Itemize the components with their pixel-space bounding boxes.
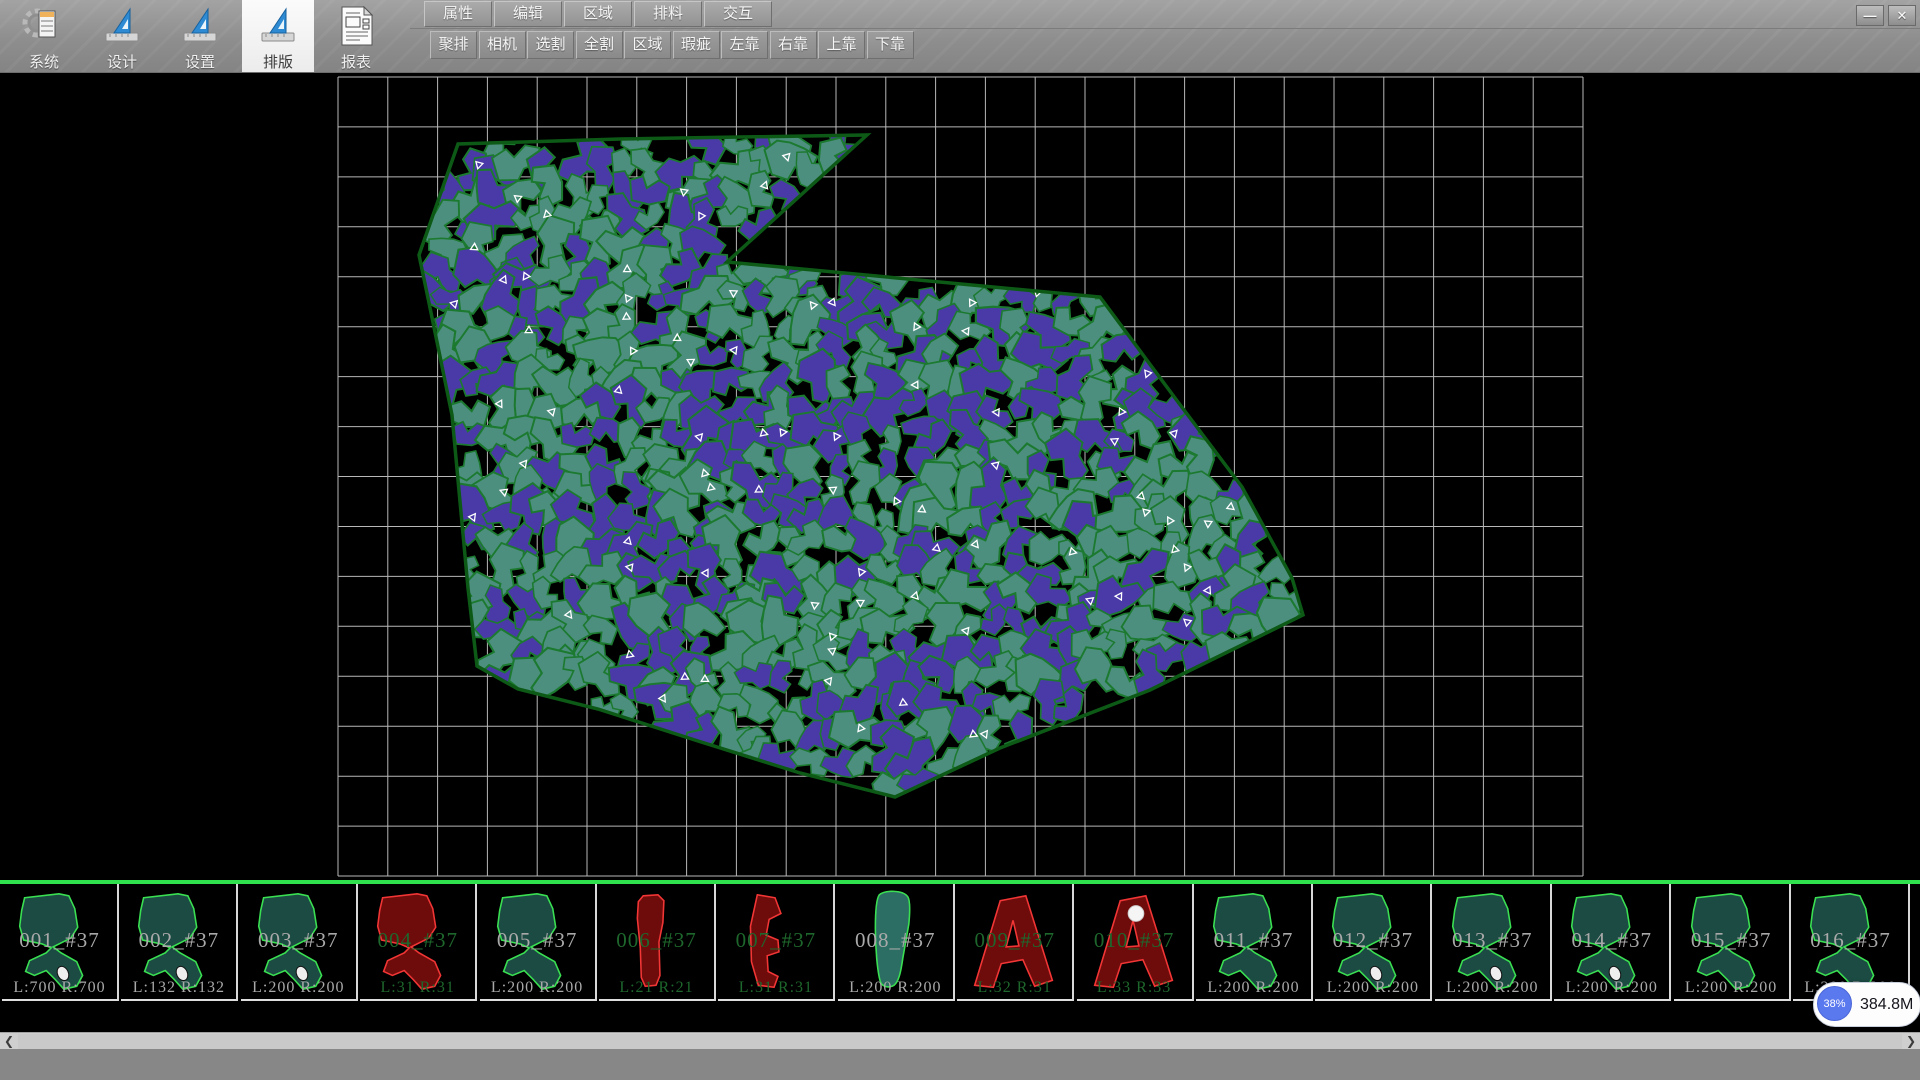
piece-id-label: 008_#37 bbox=[838, 928, 953, 953]
menu-item-2[interactable]: 编辑 bbox=[494, 1, 562, 27]
scroll-left-icon[interactable]: ❮ bbox=[0, 1033, 18, 1050]
piece-id-label: 004_#37 bbox=[360, 928, 475, 953]
piece-lr-count-label: L:700 R:700 bbox=[2, 979, 117, 997]
piece-thumbnail-2[interactable]: 002_#37 L:132 R:132 bbox=[121, 884, 238, 1001]
menu-item-4[interactable]: 排料 bbox=[634, 1, 702, 27]
piece-thumbnail-6[interactable]: 006_#37 L:21 R:21 bbox=[599, 884, 716, 1001]
piece-thumbnail-5[interactable]: 005_#37 L:200 R:200 bbox=[480, 884, 597, 1001]
piece-lr-count-label: L:200 R:200 bbox=[838, 979, 953, 997]
piece-thumbnail-14[interactable]: 014_#37 L:200 R:200 bbox=[1554, 884, 1671, 1001]
piece-thumbnail-9[interactable]: 009_#37 L:32 R:31 bbox=[957, 884, 1074, 1001]
nav-tab-4[interactable]: 排版 bbox=[242, 0, 314, 72]
nav-tab-label: 报表 bbox=[320, 51, 392, 72]
piece-lr-count-label: L:200 R:200 bbox=[1435, 979, 1550, 997]
piece-id-label: 014_#37 bbox=[1554, 928, 1669, 953]
tool-button-7[interactable]: 左靠 bbox=[721, 31, 768, 59]
piece-id-label: 010_#37 bbox=[1077, 928, 1192, 953]
piece-id-label: 011_#37 bbox=[1196, 928, 1311, 953]
piece-lr-count-label: L:200 R:200 bbox=[1674, 979, 1789, 997]
pieces-thumbnail-strip: 001_#37 L:700 R:700 002_#37 L:132 R:132 003_… bbox=[0, 880, 1920, 1032]
piece-lr-count-label: L:200 R:200 bbox=[1315, 979, 1430, 997]
tool-button-2[interactable]: 相机 bbox=[479, 31, 526, 59]
piece-lr-count-label: L:200 R:200 bbox=[1554, 979, 1669, 997]
report-document-icon bbox=[334, 3, 378, 49]
piece-thumbnail-8[interactable]: 008_#37 L:200 R:200 bbox=[838, 884, 955, 1001]
close-button[interactable]: ✕ bbox=[1888, 5, 1916, 26]
toolbar-row-divider bbox=[410, 28, 1920, 29]
set-square-icon bbox=[256, 3, 300, 49]
piece-id-label: 002_#37 bbox=[121, 928, 236, 953]
piece-id-label: 015_#37 bbox=[1674, 928, 1789, 953]
piece-thumbnail-7[interactable]: 007_#37 L:31 R:31 bbox=[718, 884, 835, 1001]
piece-lr-count-label: L:32 R:31 bbox=[957, 979, 1072, 997]
horizontal-scrollbar[interactable]: ❮ ❯ bbox=[0, 1032, 1920, 1049]
piece-thumbnail-12[interactable]: 012_#37 L:200 R:200 bbox=[1315, 884, 1432, 1001]
nav-tab-label: 系统 bbox=[8, 51, 80, 72]
piece-lr-count-label: L:200 R:200 bbox=[241, 979, 356, 997]
piece-id-label: 001_#37 bbox=[2, 928, 117, 953]
menu-item-1[interactable]: 属性 bbox=[424, 1, 492, 27]
nesting-canvas[interactable] bbox=[0, 73, 1920, 880]
gear-document-icon bbox=[22, 3, 66, 49]
piece-id-label: 009_#37 bbox=[957, 928, 1072, 953]
set-square-icon bbox=[100, 3, 144, 49]
piece-lr-count-label: L:31 R:31 bbox=[718, 979, 833, 997]
piece-thumbnail-4[interactable]: 004_#37 L:31 R:31 bbox=[360, 884, 477, 1001]
piece-lr-count-label: L:31 R:31 bbox=[360, 979, 475, 997]
tool-button-9[interactable]: 上靠 bbox=[818, 31, 865, 59]
piece-id-label: 005_#37 bbox=[480, 928, 595, 953]
nav-tab-3[interactable]: 设置 bbox=[164, 0, 236, 72]
nested-pieces[interactable] bbox=[397, 112, 1308, 814]
nav-tab-2[interactable]: 设计 bbox=[86, 0, 158, 72]
nesting-workspace[interactable] bbox=[0, 73, 1920, 880]
tool-button-8[interactable]: 右靠 bbox=[770, 31, 817, 59]
usage-percent-badge: 38% bbox=[1817, 986, 1852, 1021]
piece-id-label: 016_#37 bbox=[1793, 928, 1908, 953]
nav-tab-1[interactable]: 系统 bbox=[8, 0, 80, 72]
nav-tab-label: 排版 bbox=[242, 51, 314, 72]
nav-tab-5[interactable]: 报表 bbox=[320, 0, 392, 72]
piece-id-label: 006_#37 bbox=[599, 928, 714, 953]
piece-lr-count-label: L:21 R:21 bbox=[599, 979, 714, 997]
piece-thumbnail-3[interactable]: 003_#37 L:200 R:200 bbox=[241, 884, 358, 1001]
piece-thumbnail-1[interactable]: 001_#37 L:700 R:700 bbox=[2, 884, 119, 1001]
piece-lr-count-label: L:33 R:33 bbox=[1077, 979, 1192, 997]
piece-lr-count-label: L:132 R:132 bbox=[121, 979, 236, 997]
set-square-icon bbox=[178, 3, 222, 49]
tool-button-4[interactable]: 全割 bbox=[576, 31, 623, 59]
piece-id-label: 012_#37 bbox=[1315, 928, 1430, 953]
piece-thumbnail-11[interactable]: 011_#37 L:200 R:200 bbox=[1196, 884, 1313, 1001]
minimize-button[interactable]: — bbox=[1856, 5, 1884, 26]
toolbar: 系统设计设置排版报表 属性编辑区域排料交互 聚排相机选割全割区域瑕疵左靠右靠上靠… bbox=[0, 0, 1920, 73]
tool-button-10[interactable]: 下靠 bbox=[867, 31, 914, 59]
scroll-right-icon[interactable]: ❯ bbox=[1902, 1033, 1920, 1050]
piece-lr-count-label: L:200 R:200 bbox=[480, 979, 595, 997]
usage-badge[interactable]: 38% 384.8M bbox=[1813, 982, 1920, 1027]
scrollbar-track[interactable] bbox=[18, 1034, 1902, 1049]
menu-item-5[interactable]: 交互 bbox=[704, 1, 772, 27]
nav-tab-label: 设置 bbox=[164, 51, 236, 72]
piece-thumbnail-13[interactable]: 013_#37 L:200 R:200 bbox=[1435, 884, 1552, 1001]
status-strip bbox=[0, 1049, 1920, 1080]
piece-lr-count-label: L:200 R:200 bbox=[1196, 979, 1311, 997]
piece-id-label: 007_#37 bbox=[718, 928, 833, 953]
tool-button-1[interactable]: 聚排 bbox=[430, 31, 477, 59]
piece-id-label: 013_#37 bbox=[1435, 928, 1550, 953]
menu-item-3[interactable]: 区域 bbox=[564, 1, 632, 27]
nav-tab-label: 设计 bbox=[86, 51, 158, 72]
memory-usage-label: 384.8M bbox=[1860, 983, 1913, 1026]
tool-button-5[interactable]: 区域 bbox=[624, 31, 671, 59]
piece-id-label: 003_#37 bbox=[241, 928, 356, 953]
tool-button-3[interactable]: 选割 bbox=[527, 31, 574, 59]
piece-thumbnail-15[interactable]: 015_#37 L:200 R:200 bbox=[1674, 884, 1791, 1001]
tool-button-6[interactable]: 瑕疵 bbox=[673, 31, 720, 59]
piece-thumbnail-10[interactable]: 010_#37 L:33 R:33 bbox=[1077, 884, 1194, 1001]
piece-thumbnail-17[interactable] bbox=[1912, 884, 1920, 1001]
